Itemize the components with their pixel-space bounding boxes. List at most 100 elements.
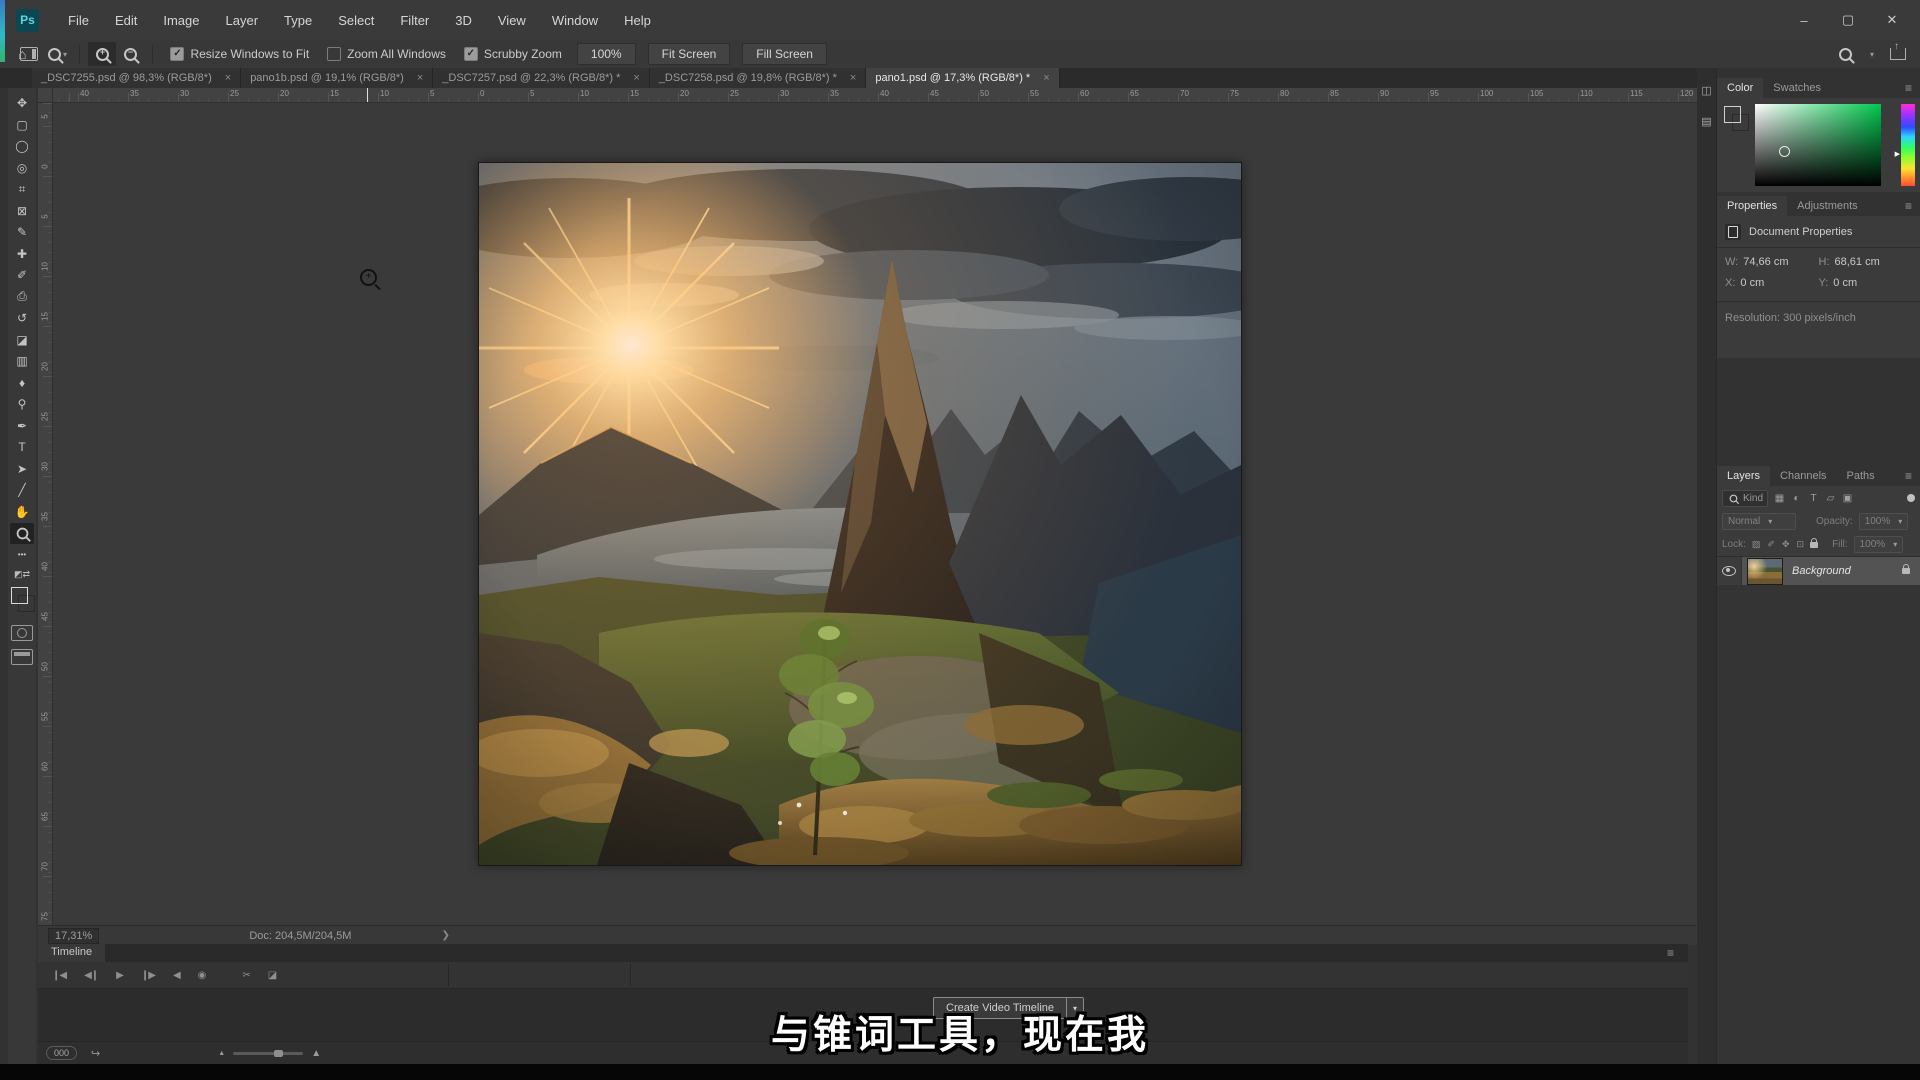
zoom-out-button[interactable] bbox=[116, 42, 144, 66]
lock-image-pixels-icon[interactable]: ✐ bbox=[1767, 539, 1775, 550]
crop-tool[interactable]: ⌗ bbox=[10, 179, 34, 200]
search-icon[interactable] bbox=[1839, 48, 1852, 61]
document-tab[interactable]: _DSC7257.psd @ 22,3% (RGB/8*) *× bbox=[433, 68, 650, 88]
document-tab[interactable]: _DSC7255.psd @ 98,3% (RGB/8*)× bbox=[32, 68, 241, 88]
brush-tool[interactable]: ✐ bbox=[10, 265, 34, 286]
filter-type-layers-icon[interactable]: T bbox=[1807, 493, 1820, 504]
go-to-first-frame-button[interactable]: ❙◀ bbox=[52, 970, 66, 981]
lock-all-icon[interactable] bbox=[1810, 542, 1818, 548]
menu-3d[interactable]: 3D bbox=[444, 10, 483, 31]
default-colors-icon[interactable]: ◩⇄ bbox=[14, 569, 30, 581]
tab-channels[interactable]: Channels bbox=[1770, 466, 1836, 486]
document-image[interactable] bbox=[478, 162, 1242, 866]
more-tools[interactable]: ••• bbox=[10, 545, 34, 566]
screen-mode-button[interactable] bbox=[11, 649, 33, 665]
render-settings-button[interactable]: ◉ bbox=[198, 970, 206, 981]
history-brush-tool[interactable]: ↺ bbox=[10, 308, 34, 329]
go-to-previous-frame-button[interactable]: ◀❙ bbox=[84, 970, 98, 981]
hue-slider-marker[interactable]: ▶ bbox=[1895, 150, 1900, 158]
collapsed-panel-1-icon[interactable]: ◫ bbox=[1701, 84, 1711, 97]
clone-stamp-tool[interactable]: ⎙ bbox=[10, 287, 34, 308]
layer-search-filter[interactable]: Kind bbox=[1722, 490, 1768, 507]
marquee-tool[interactable]: ▢ bbox=[10, 115, 34, 136]
filter-shape-layers-icon[interactable]: ▱ bbox=[1824, 493, 1837, 504]
tab-adjustments[interactable]: Adjustments bbox=[1787, 196, 1868, 216]
move-tool[interactable]: ✥ bbox=[10, 93, 34, 114]
workspace-switcher[interactable]: ▾ bbox=[1868, 50, 1874, 59]
fit-screen-button[interactable]: Fit Screen bbox=[648, 43, 731, 65]
zoom-100-button[interactable]: 100% bbox=[577, 43, 636, 65]
maximize-button[interactable]: ▢ bbox=[1828, 6, 1868, 34]
eraser-tool[interactable]: ◪ bbox=[10, 330, 34, 351]
go-to-next-frame-button[interactable]: ❙▶ bbox=[141, 970, 155, 981]
dodge-tool[interactable]: ⚲ bbox=[10, 394, 34, 415]
transition-button[interactable]: ◪ bbox=[268, 970, 276, 981]
share-icon[interactable] bbox=[1890, 48, 1906, 60]
menu-view[interactable]: View bbox=[487, 10, 537, 31]
menu-type[interactable]: Type bbox=[273, 10, 323, 31]
status-zoom-level[interactable]: 17,31% bbox=[48, 928, 99, 944]
collapsed-panel-2-icon[interactable]: ▤ bbox=[1701, 115, 1711, 128]
hue-slider[interactable] bbox=[1901, 104, 1915, 186]
color-gradient-field[interactable] bbox=[1755, 104, 1881, 186]
tab-color[interactable]: Color bbox=[1717, 78, 1763, 98]
canvas-area[interactable]: 4540353025201510505101520253035404550556… bbox=[38, 88, 1697, 925]
panel-menu-icon[interactable]: ≡ bbox=[1905, 199, 1912, 213]
minimize-button[interactable]: – bbox=[1784, 6, 1824, 34]
lock-position-icon[interactable]: ✥ bbox=[1782, 539, 1790, 550]
layer-row-background[interactable]: Background bbox=[1717, 557, 1920, 585]
menu-window[interactable]: Window bbox=[541, 10, 609, 31]
play-button[interactable]: ▶ bbox=[116, 970, 123, 981]
close-icon[interactable]: × bbox=[633, 72, 639, 84]
hand-tool[interactable]: ✋ bbox=[10, 502, 34, 523]
menu-filter[interactable]: Filter bbox=[389, 10, 440, 31]
filter-pixel-layers-icon[interactable]: ▦ bbox=[1773, 493, 1786, 504]
split-clip-button[interactable]: ✂ bbox=[242, 970, 249, 981]
tab-properties[interactable]: Properties bbox=[1717, 196, 1787, 216]
menu-help[interactable]: Help bbox=[613, 10, 662, 31]
pen-tool[interactable]: ✒ bbox=[10, 416, 34, 437]
path-selection-tool[interactable]: ➤ bbox=[10, 459, 34, 480]
tab-paths[interactable]: Paths bbox=[1837, 466, 1885, 486]
document-tab[interactable]: pano1b.psd @ 19,1% (RGB/8*)× bbox=[241, 68, 433, 88]
menu-select[interactable]: Select bbox=[327, 10, 385, 31]
close-icon[interactable]: × bbox=[417, 72, 423, 84]
close-button[interactable]: ✕ bbox=[1872, 6, 1912, 34]
type-tool[interactable]: T bbox=[10, 437, 34, 458]
foreground-color-swatch[interactable] bbox=[11, 587, 28, 604]
panel-menu-icon[interactable]: ≡ bbox=[1667, 946, 1674, 960]
tab-layers[interactable]: Layers bbox=[1717, 466, 1770, 486]
fill-screen-button[interactable]: Fill Screen bbox=[742, 43, 827, 65]
document-tab[interactable]: _DSC7258.psd @ 19,8% (RGB/8*) *× bbox=[650, 68, 867, 88]
menu-edit[interactable]: Edit bbox=[104, 10, 148, 31]
menu-file[interactable]: File bbox=[57, 10, 100, 31]
mute-audio-button[interactable]: ◀ bbox=[173, 970, 180, 981]
checkbox-zoom-all-windows[interactable]: Zoom All Windows bbox=[327, 47, 446, 61]
document-tab-active[interactable]: pano1.psd @ 17,3% (RGB/8*) *× bbox=[866, 68, 1059, 88]
tab-timeline[interactable]: Timeline bbox=[38, 944, 105, 962]
filter-smart-objects-icon[interactable]: ▣ bbox=[1841, 493, 1854, 504]
filter-adjustment-layers-icon[interactable]: ◐ bbox=[1790, 493, 1803, 504]
gradient-tool[interactable]: ▥ bbox=[10, 351, 34, 372]
layer-row-main[interactable]: Background bbox=[1742, 557, 1920, 585]
current-tool-indicator[interactable]: ▾ bbox=[43, 42, 71, 66]
opacity-value[interactable]: 100%▾ bbox=[1859, 513, 1909, 530]
healing-brush-tool[interactable]: ✚ bbox=[10, 244, 34, 265]
panel-menu-icon[interactable]: ≡ bbox=[1905, 469, 1912, 483]
close-icon[interactable]: × bbox=[1043, 72, 1049, 84]
blur-tool[interactable]: ♦ bbox=[10, 373, 34, 394]
eyedropper-tool[interactable]: ✎ bbox=[10, 222, 34, 243]
lasso-tool[interactable]: ◯ bbox=[10, 136, 34, 157]
checkbox-resize-windows-to-fit[interactable]: ✓Resize Windows to Fit bbox=[170, 47, 309, 61]
layer-filter-toggle[interactable] bbox=[1907, 494, 1915, 502]
foreground-color-swatch[interactable] bbox=[1724, 106, 1741, 123]
blend-mode-select[interactable]: Normal▾ bbox=[1722, 513, 1796, 530]
lock-artboard-icon[interactable]: ⊡ bbox=[1797, 539, 1805, 550]
lock-transparent-pixels-icon[interactable]: ▨ bbox=[1752, 539, 1761, 550]
object-selection-tool[interactable]: ◎ bbox=[10, 158, 34, 179]
fill-value[interactable]: 100%▾ bbox=[1854, 536, 1904, 553]
checkbox-scrubby-zoom[interactable]: ✓Scrubby Zoom bbox=[464, 47, 562, 61]
layer-visibility-toggle[interactable] bbox=[1717, 557, 1742, 585]
frame-tool[interactable]: ⊠ bbox=[10, 201, 34, 222]
menu-layer[interactable]: Layer bbox=[215, 10, 270, 31]
